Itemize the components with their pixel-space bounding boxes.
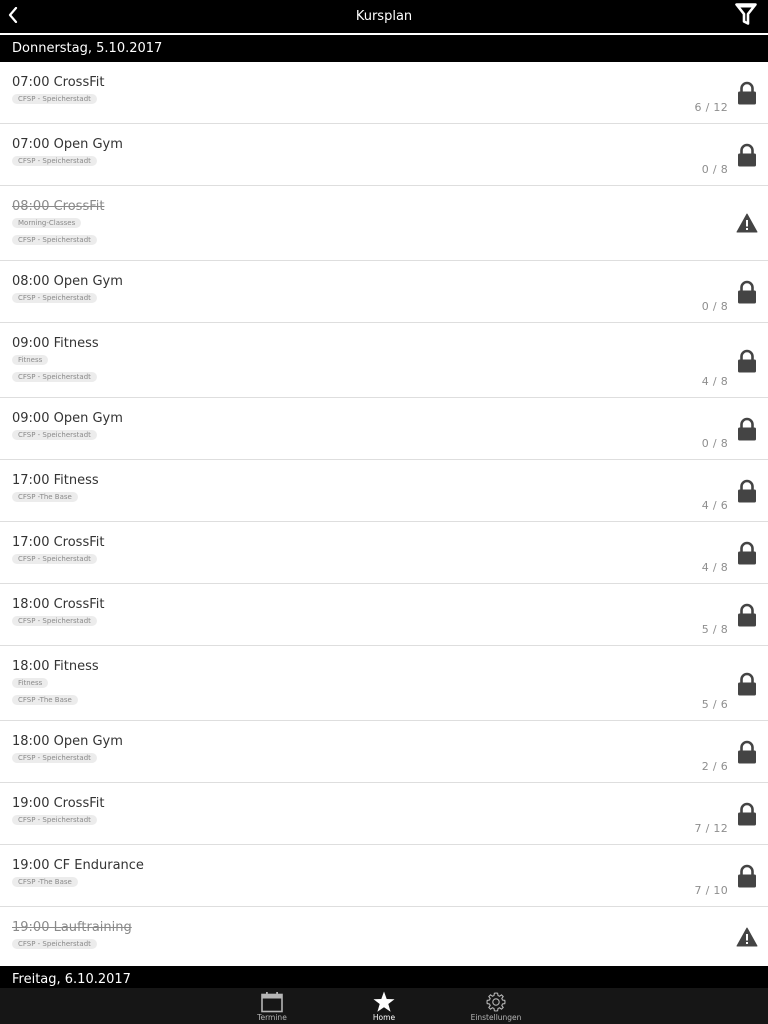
tab-home[interactable]: Home — [344, 988, 424, 1024]
participant-count: 0 / 8 — [701, 437, 728, 450]
lock-icon — [736, 81, 758, 105]
course-title: 09:00 Open Gym — [12, 411, 123, 426]
participant-count: 2 / 6 — [701, 760, 728, 773]
tab-label: Home — [372, 1013, 396, 1022]
course-title: 18:00 Open Gym — [12, 734, 123, 749]
app-root: Kursplan Donnerstag, 5.10.2017 07:00 Cro… — [0, 0, 768, 1024]
filter-button[interactable] — [732, 2, 760, 30]
course-title: 07:00 CrossFit — [12, 75, 105, 90]
course-title: 17:00 Fitness — [12, 473, 99, 488]
participant-count: 5 / 8 — [701, 623, 728, 636]
participant-count: 4 / 8 — [701, 375, 728, 388]
tab-einstellungen[interactable]: Einstellungen — [456, 988, 536, 1024]
course-tag: CFSP - Speicherstadt — [12, 372, 97, 382]
course-tag: CFSP - Speicherstadt — [12, 430, 97, 440]
course-title: 17:00 CrossFit — [12, 535, 105, 550]
course-row[interactable]: 09:00 Fitness Fitness CFSP - Speicherstadt… — [0, 323, 768, 398]
course-tag: CFSP - Speicherstadt — [12, 94, 97, 104]
course-row[interactable]: 19:00 CrossFit CFSP - Speicherstadt 7 / 12 — [0, 783, 768, 845]
star-icon — [344, 990, 424, 1014]
course-row[interactable]: 18:00 Open Gym CFSP - Speicherstadt 2 / 6 — [0, 721, 768, 783]
participant-count: 5 / 6 — [701, 698, 728, 711]
lock-icon — [736, 417, 758, 441]
course-row[interactable]: 19:00 Lauftraining CFSP - Speicherstadt — [0, 907, 768, 969]
course-tag: CFSP -The Base — [12, 492, 78, 502]
course-title: 19:00 CF Endurance — [12, 858, 144, 873]
course-title: 18:00 CrossFit — [12, 597, 105, 612]
lock-icon — [736, 349, 758, 373]
lock-icon — [736, 479, 758, 503]
course-tag: CFSP - Speicherstadt — [12, 156, 97, 166]
page-title: Kursplan — [355, 9, 413, 24]
lock-icon — [736, 864, 758, 888]
course-row[interactable]: 08:00 CrossFit Morning-Classes CFSP - Spei… — [0, 186, 768, 261]
course-tag: CFSP -The Base — [12, 877, 78, 887]
warning-icon — [736, 925, 758, 949]
course-tag: CFSP -The Base — [12, 695, 78, 705]
participant-count: 6 / 12 — [694, 101, 728, 114]
course-row[interactable]: 18:00 CrossFit CFSP - Speicherstadt 5 / 8 — [0, 584, 768, 646]
course-tag: Morning-Classes — [12, 218, 82, 228]
lock-icon — [736, 672, 758, 696]
tab-label: Einstellungen — [470, 1013, 522, 1022]
course-tag: CFSP - Speicherstadt — [12, 815, 97, 825]
filter-funnel-icon — [735, 2, 757, 30]
top-nav-bar: Kursplan — [0, 0, 768, 33]
course-title: 18:00 Fitness — [12, 659, 99, 674]
course-row[interactable]: 17:00 CrossFit CFSP - Speicherstadt 4 / 8 — [0, 522, 768, 584]
participant-count: 7 / 10 — [694, 884, 728, 897]
course-title: 09:00 Fitness — [12, 336, 99, 351]
tab-label: Termine — [257, 1013, 287, 1022]
lock-icon — [736, 280, 758, 304]
participant-count: 7 / 12 — [694, 822, 728, 835]
course-tag: CFSP - Speicherstadt — [12, 939, 97, 949]
bottom-tab-bar: Termine Home Einstellungen — [0, 988, 768, 1024]
course-tag: CFSP - Speicherstadt — [12, 554, 97, 564]
course-tag: CFSP - Speicherstadt — [12, 616, 97, 626]
course-row[interactable]: 17:00 Fitness CFSP -The Base 4 / 6 — [0, 460, 768, 522]
course-title: 19:00 CrossFit — [12, 796, 105, 811]
course-title: 19:00 Lauftraining — [12, 920, 132, 935]
course-row[interactable]: 07:00 CrossFit CFSP - Speicherstadt 6 / 12 — [0, 62, 768, 124]
participant-count: 4 / 6 — [701, 499, 728, 512]
participant-count: 0 / 8 — [701, 163, 728, 176]
calendar-icon — [232, 990, 312, 1014]
course-row[interactable]: 19:00 CF Endurance CFSP -The Base 7 / 10 — [0, 845, 768, 907]
lock-icon — [736, 740, 758, 764]
day-section-header: Donnerstag, 5.10.2017 — [0, 35, 768, 62]
course-row[interactable]: 08:00 Open Gym CFSP - Speicherstadt 0 / 8 — [0, 261, 768, 323]
warning-icon — [736, 211, 758, 235]
course-tag: CFSP - Speicherstadt — [12, 235, 97, 245]
course-tag: Fitness — [12, 678, 49, 688]
course-row[interactable]: 07:00 Open Gym CFSP - Speicherstadt 0 / 8 — [0, 124, 768, 186]
course-title: 08:00 CrossFit — [12, 199, 105, 214]
tab-termine[interactable]: Termine — [232, 988, 312, 1024]
course-tag: CFSP - Speicherstadt — [12, 753, 97, 763]
course-tag: CFSP - Speicherstadt — [12, 293, 97, 303]
lock-icon — [736, 802, 758, 826]
participant-count: 4 / 8 — [701, 561, 728, 574]
course-tag: Fitness — [12, 355, 49, 365]
day-section-header: Freitag, 6.10.2017 — [0, 966, 768, 988]
course-title: 08:00 Open Gym — [12, 274, 123, 289]
lock-icon — [736, 603, 758, 627]
course-row[interactable]: 18:00 Fitness Fitness CFSP -The Base 5 / 6 — [0, 646, 768, 721]
course-title: 07:00 Open Gym — [12, 137, 123, 152]
gear-icon — [456, 990, 536, 1014]
participant-count: 0 / 8 — [701, 300, 728, 313]
course-row[interactable]: 09:00 Open Gym CFSP - Speicherstadt 0 / 8 — [0, 398, 768, 460]
lock-icon — [736, 143, 758, 167]
lock-icon — [736, 541, 758, 565]
